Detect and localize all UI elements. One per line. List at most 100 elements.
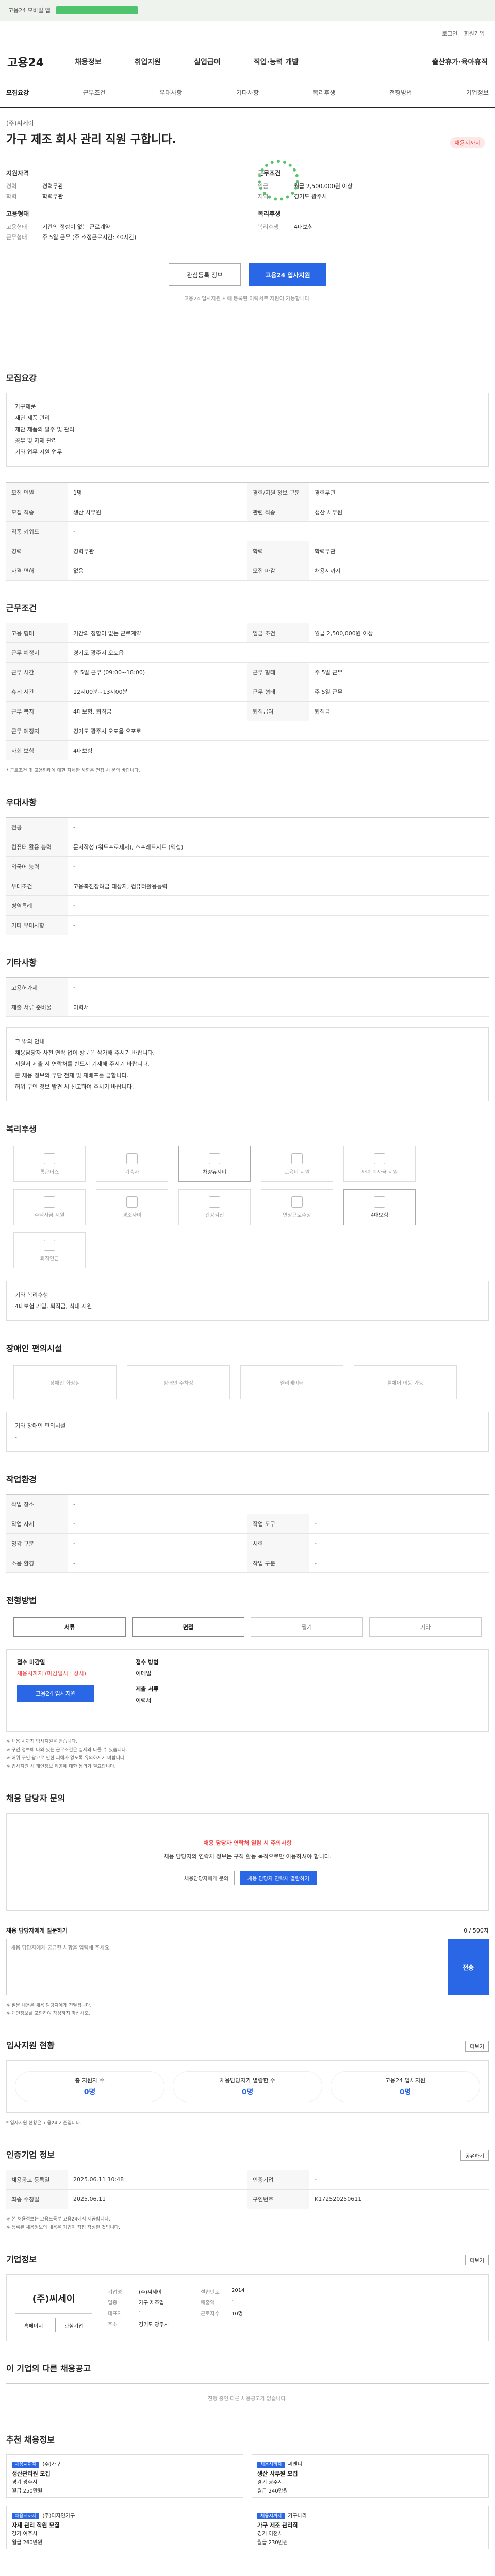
inquiry-button[interactable]: 채용담당자에게 문의 (178, 1871, 235, 1885)
table-cell: 퇴직금 (315, 708, 331, 715)
welfare-item: 통근버스 (13, 1146, 86, 1182)
corp-key: 기업명 (108, 2290, 122, 2295)
table-row: 전공 - (6, 818, 489, 837)
question-input[interactable] (6, 1939, 442, 1995)
stat-label: 고용24 입사지원 (385, 2077, 426, 2084)
job-card[interactable]: 채용시까지 가구나라 가구 제조 관리직 경기 이천시 월급 230만원 (252, 2506, 489, 2549)
homepage-button[interactable]: 홈페이지 (15, 2318, 52, 2332)
table-cell: - (315, 1560, 317, 1566)
table-cell: K172520250611 (315, 2196, 362, 2202)
job-card[interactable]: 채용시까지 (주)가구 생산관리원 모집 경기 광주시 월급 250만원 (6, 2454, 243, 2498)
tab-item[interactable]: 우대사항 (159, 88, 182, 97)
card-title[interactable]: 가구 제조 관리직 (257, 2521, 483, 2530)
nav-item-leave[interactable]: 출산휴가·육아휴직 (432, 57, 488, 67)
tab-item[interactable]: 기타사항 (236, 88, 259, 97)
welfare-label: 주택자금 지원 (34, 1212, 65, 1218)
signup-link[interactable]: 회원가입 (464, 29, 485, 38)
note-line: ※ 질문 내용은 채용 담당자에게 전달됩니다. (6, 2003, 92, 2008)
login-link[interactable]: 로그인 (442, 29, 457, 38)
desc-line: 제단 제품의 발주 및 관리 (15, 426, 75, 433)
table-header: 채용공고 등록일 (6, 2170, 68, 2189)
table-cell: 경력무관 (73, 548, 94, 555)
info-value: 월급 2,500,000원 이상 (294, 183, 353, 190)
table-header: 작업 도구 (248, 1514, 309, 1533)
section-title: 채용 담당자 문의 (6, 1793, 65, 1803)
apply-button[interactable]: 고용24 입사지원 (249, 263, 326, 286)
deadline-badge: 채용시까지 (12, 2462, 40, 2468)
save-interest-button[interactable]: 관심등록 정보 (169, 263, 241, 286)
card-title[interactable]: 자재 관리 직원 모집 (12, 2521, 238, 2530)
card-salary: 월급 250만원 (12, 2488, 43, 2494)
table-row: 경력 경력무관 학력 학력무관 (6, 541, 489, 561)
table-cell: - (73, 863, 75, 870)
nav-item[interactable]: 실업급여 (194, 57, 221, 67)
section-title: 기타사항 (6, 958, 37, 968)
table-row: 휴게 시간 12시00분~13시00분 근무 형태 주 5일 근무 (6, 682, 489, 702)
share-button[interactable]: 공유하기 (460, 2150, 489, 2161)
company-name[interactable]: (주)씨세이 (6, 118, 489, 127)
job-card[interactable]: 채용시까지 씨앤디 생산 사무원 모집 경기 광주시 월급 240만원 (252, 2454, 489, 2498)
tab-item[interactable]: 기업정보 (466, 88, 489, 97)
card-salary: 월급 240만원 (257, 2488, 288, 2494)
table-cell: 고용촉진장려금 대상자, 컴퓨터활용능력 (73, 883, 168, 890)
stat-label: 총 지원자 수 (75, 2077, 105, 2084)
card-title[interactable]: 생산관리원 모집 (12, 2469, 238, 2478)
table-row: 우대조건 고용촉진장려금 대상자, 컴퓨터활용능력 (6, 876, 489, 896)
section-title: 작업환경 (6, 1475, 37, 1484)
job-header: (주)씨세이 가구 제조 회사 관리 직원 구합니다. 채용시까지 지원자격 경력… (0, 108, 495, 350)
apply-button-2[interactable]: 고용24 입사지원 (17, 1685, 94, 1702)
table-header: 경력/지원 정보 구분 (248, 483, 309, 502)
tab-item[interactable]: 전형방법 (389, 88, 412, 97)
method-value: 이메일 (136, 1670, 152, 1677)
card-company: 가구나라 (288, 2513, 307, 2519)
stat-value: 0명 (399, 2088, 411, 2096)
table-row: 근무 예정지 경기도 광주시 오포읍 오포로 (6, 721, 489, 741)
table-cell: - (73, 1501, 75, 1507)
app-download-bar[interactable] (55, 6, 138, 14)
corp-value: (주)씨세이 (139, 2290, 162, 2295)
nav-item[interactable]: 취업지원 (135, 57, 161, 67)
tab-item[interactable]: 근무조건 (83, 88, 106, 97)
warning-text: 채용 담당자의 연락처 정보는 구직 활동 목적으로만 이용하셔야 합니다. (163, 1853, 332, 1860)
docs-value: 이력서 (136, 1697, 152, 1704)
screen-ways: 서류 면접 필기 기타 (6, 1615, 489, 1639)
table-header: 구인번호 (248, 2190, 309, 2209)
table-row: 컴퓨터 활용 능력 문서작성 (워드프로세서), 스프레드시트 (엑셀) (6, 837, 489, 857)
welfare-icon (374, 1153, 385, 1164)
section-tabs: 모집요강 근무조건 우대사항 기타사항 복리후생 전형방법 기업정보 (0, 77, 495, 108)
loading-spinner-icon (258, 160, 299, 201)
nav-item[interactable]: 채용정보 (75, 57, 102, 67)
welfare-label: 경조사비 (122, 1212, 142, 1218)
site-logo[interactable]: 고용24 (7, 54, 44, 70)
table-cell: 생산 사무원 (315, 509, 343, 516)
card-title[interactable]: 생산 사무원 모집 (257, 2469, 483, 2478)
recommend-section: 추천 채용정보 채용시까지 (주)가구 생산관리원 모집 경기 광주시 월급 250만원… (0, 2433, 495, 2570)
status-more-button[interactable]: 더보기 (465, 2041, 489, 2052)
tab-item[interactable]: 복리후생 (313, 88, 336, 97)
view-contact-button[interactable]: 채용 담당자 연락처 열람하기 (240, 1871, 317, 1885)
table-header: 우대조건 (6, 876, 68, 895)
inquiry-notes: ※ 질문 내용은 채용 담당자에게 전달됩니다. ※ 개인정보를 포함하여 작성하… (6, 2002, 489, 2018)
table-row: 고용 형태 기간의 정함이 없는 근로계약 임금 조건 월급 2,500,000원 이… (6, 623, 489, 643)
follow-corp-button[interactable]: 관심기업 (55, 2318, 92, 2332)
job-card[interactable]: 채용시까지 (주)디자인가구 자재 관리 직원 모집 경기 여주시 월급 260만원 (6, 2506, 243, 2549)
table-row: 직종 키워드 - (6, 522, 489, 541)
table-cell: - (73, 1540, 75, 1547)
section-title: 복리후생 (6, 1124, 37, 1134)
table-cell: 생산 사무원 (73, 509, 102, 516)
section-title: 추천 채용정보 (6, 2435, 55, 2445)
corp-more-button[interactable]: 더보기 (465, 2255, 489, 2265)
card-head: 채용시까지 씨앤디 (257, 2460, 483, 2469)
deadline-badge: 채용시까지 (450, 137, 485, 148)
table-row: 제출 서류 준비물 이력서 (6, 997, 489, 1017)
welfare-label: 교육비 지원 (284, 1169, 310, 1175)
card-company: (주)가구 (42, 2462, 61, 2467)
table-row: 작업 장소 - (6, 1495, 489, 1514)
info-key: 근무형태 (6, 234, 27, 241)
send-button[interactable]: 전송 (448, 1939, 489, 1995)
tab-item[interactable]: 모집요강 (6, 88, 29, 97)
table-cell: 경력무관 (315, 489, 336, 496)
welfare-label: 자녀 학자금 지원 (361, 1169, 398, 1175)
reg-notes: ※ 본 채용정보는 고용노동부 고용24에서 제공합니다. ※ 등록된 채용정보의… (6, 2215, 489, 2232)
nav-item[interactable]: 직업·능력 개발 (254, 57, 299, 67)
